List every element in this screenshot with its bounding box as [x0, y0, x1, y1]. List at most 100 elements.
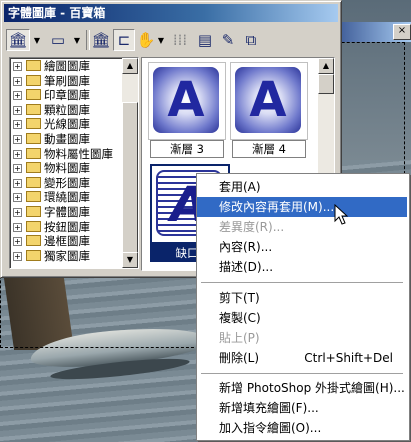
tree-item-label: 環繞圖庫 — [44, 190, 90, 205]
scroll-thumb[interactable] — [122, 102, 138, 262]
tree-item-label: 光線圖庫 — [44, 117, 90, 132]
tree-item[interactable]: + 變形圖庫 — [10, 176, 122, 191]
tree-item[interactable]: + 印章圖庫 — [10, 88, 122, 103]
tree-scrollbar[interactable]: ▲ ▼ — [122, 58, 138, 268]
properties-button[interactable]: ▤ — [194, 29, 216, 51]
drive-button[interactable]: ▭ — [46, 29, 70, 51]
menu-item-paste[interactable]: 貼上(P) — [197, 328, 407, 348]
tree-item-label: 筆刷圖庫 — [44, 73, 90, 88]
menu-item-modify-and-apply[interactable]: 修改內容再套用(M)... — [197, 197, 407, 217]
folder-icon — [26, 60, 41, 71]
copy-icon: ⧉ — [245, 31, 257, 49]
tree-item[interactable]: + 字體圖庫 — [10, 205, 122, 220]
expand-icon[interactable]: + — [13, 120, 22, 130]
tree-item[interactable]: + 動畫圖庫 — [10, 132, 122, 147]
gallery-item[interactable]: A — [148, 62, 226, 140]
library-dropdown-button[interactable]: ▼ — [31, 29, 43, 51]
expand-icon[interactable]: + — [13, 91, 22, 101]
menu-item-cut[interactable]: 剪下(T) — [197, 288, 407, 308]
gallery-item-label[interactable]: 漸層 4 — [232, 140, 306, 158]
tree-item[interactable]: + 光線圖庫 — [10, 117, 122, 132]
tree-item-label: 字體圖庫 — [44, 204, 90, 219]
scroll-down-button[interactable]: ▼ — [122, 252, 138, 268]
tree-item-label: 繪圖圖庫 — [44, 59, 90, 73]
menu-item-delete-label: 刪除(L) — [219, 351, 260, 365]
tree-item-label: 物料圖庫 — [44, 161, 90, 176]
scroll-thumb[interactable] — [318, 74, 334, 94]
drive-icon: ▭ — [50, 31, 66, 49]
hand-dropdown-button[interactable]: ▼ — [156, 29, 166, 51]
expand-icon[interactable]: + — [13, 178, 22, 188]
folder-icon — [26, 191, 41, 203]
gallery-item-label[interactable]: 漸層 3 — [150, 140, 224, 158]
scroll-up-button[interactable]: ▲ — [122, 58, 138, 74]
background-close-button[interactable]: × — [393, 24, 411, 40]
tree-item[interactable]: + 繪圖圖庫 — [10, 59, 122, 74]
tree-item-label: 邊框圖庫 — [44, 234, 90, 249]
tree-item[interactable]: + 邊框圖庫 — [10, 234, 122, 249]
expand-icon[interactable]: + — [13, 149, 22, 159]
window-title: 字體圖庫 - 百寶箱 — [4, 4, 338, 22]
expand-icon[interactable]: + — [13, 105, 22, 115]
tree-item[interactable]: + 物料圖庫 — [10, 161, 122, 176]
tree-item[interactable]: + 按鈕圖庫 — [10, 220, 122, 235]
copy-button[interactable]: ⧉ — [240, 29, 262, 51]
expand-icon[interactable]: + — [13, 207, 22, 217]
folder-icon — [26, 176, 41, 188]
menu-item-new-photoshop-plugin[interactable]: 新增 PhotoShop 外掛式繪圖(H)... — [197, 378, 407, 398]
tree-item[interactable]: + 獨家圖庫 — [10, 249, 122, 264]
menu-item-delete-shortcut: Ctrl+Shift+Del — [304, 351, 393, 365]
menu-item-properties[interactable]: 內容(R)... — [197, 237, 407, 257]
expand-icon[interactable]: + — [13, 62, 22, 71]
expand-icon[interactable]: + — [13, 222, 22, 232]
bank-icon: 🏛 — [8, 31, 28, 49]
gallery-button[interactable]: 🏛 — [90, 29, 112, 51]
expand-icon[interactable]: + — [13, 76, 22, 86]
tree-view-button[interactable]: ⊏ — [113, 29, 135, 51]
hand-button[interactable]: ✋ — [136, 29, 156, 51]
tree-item[interactable]: + 顆粒圖庫 — [10, 103, 122, 118]
folder-icon — [26, 132, 41, 144]
menu-separator — [201, 282, 403, 283]
expand-icon[interactable]: + — [13, 193, 22, 203]
folder-icon — [26, 118, 41, 130]
gradient-a-thumbnail: A — [153, 67, 219, 133]
folder-icon — [26, 249, 41, 261]
edit-button[interactable]: ✎ — [217, 29, 239, 51]
tree-item[interactable]: + 筆刷圖庫 — [10, 74, 122, 89]
context-menu: 套用(A) 修改內容再套用(M)... 差異度(R)... 內容(R)... 描… — [196, 173, 410, 441]
menu-item-add-script[interactable]: 加入指令繪圖(O)... — [197, 418, 407, 438]
tree-item-label: 物料屬性圖庫 — [44, 146, 113, 161]
drive-dropdown-button[interactable]: ▼ — [71, 29, 83, 51]
tree-item[interactable]: + 物料屬性圖庫 — [10, 147, 122, 162]
tree-item-label: 印章圖庫 — [44, 88, 90, 103]
folder-icon — [26, 205, 41, 217]
grid-button[interactable]: ⁞⁞⁞ — [170, 29, 190, 51]
tree-item-label: 獨家圖庫 — [44, 248, 90, 263]
menu-item-copy[interactable]: 複製(C) — [197, 308, 407, 328]
down-arrow-icon: ▼ — [126, 255, 134, 264]
tree-item-label: 變形圖庫 — [44, 175, 90, 190]
folder-icon — [26, 89, 41, 101]
expand-icon[interactable]: + — [13, 134, 22, 144]
up-arrow-icon: ▲ — [126, 61, 134, 70]
folder-icon — [26, 74, 41, 86]
expand-icon[interactable]: + — [13, 251, 22, 261]
menu-item-delete[interactable]: 刪除(L) Ctrl+Shift+Del — [197, 348, 407, 368]
tree-item[interactable]: + 環繞圖庫 — [10, 190, 122, 205]
gallery-item[interactable]: A — [230, 62, 308, 140]
scroll-up-button[interactable]: ▲ — [318, 58, 334, 74]
menu-item-new-fill[interactable]: 新增填充繪圖(F)... — [197, 398, 407, 418]
library-home-button[interactable]: 🏛 — [6, 29, 30, 51]
chevron-down-icon: ▼ — [73, 35, 81, 45]
menu-item-describe[interactable]: 描述(D)... — [197, 257, 407, 277]
menu-item-variation[interactable]: 差異度(R)... — [197, 217, 407, 237]
expand-icon[interactable]: + — [13, 164, 22, 174]
hand-icon: ✋ — [136, 31, 156, 49]
menu-item-apply[interactable]: 套用(A) — [197, 177, 407, 197]
mouse-pointer-icon — [334, 204, 348, 225]
grid-icon: ⁞⁞⁞ — [172, 31, 188, 49]
tree-item-label: 按鈕圖庫 — [44, 219, 90, 234]
expand-icon[interactable]: + — [13, 237, 22, 247]
folder-icon — [26, 103, 41, 115]
